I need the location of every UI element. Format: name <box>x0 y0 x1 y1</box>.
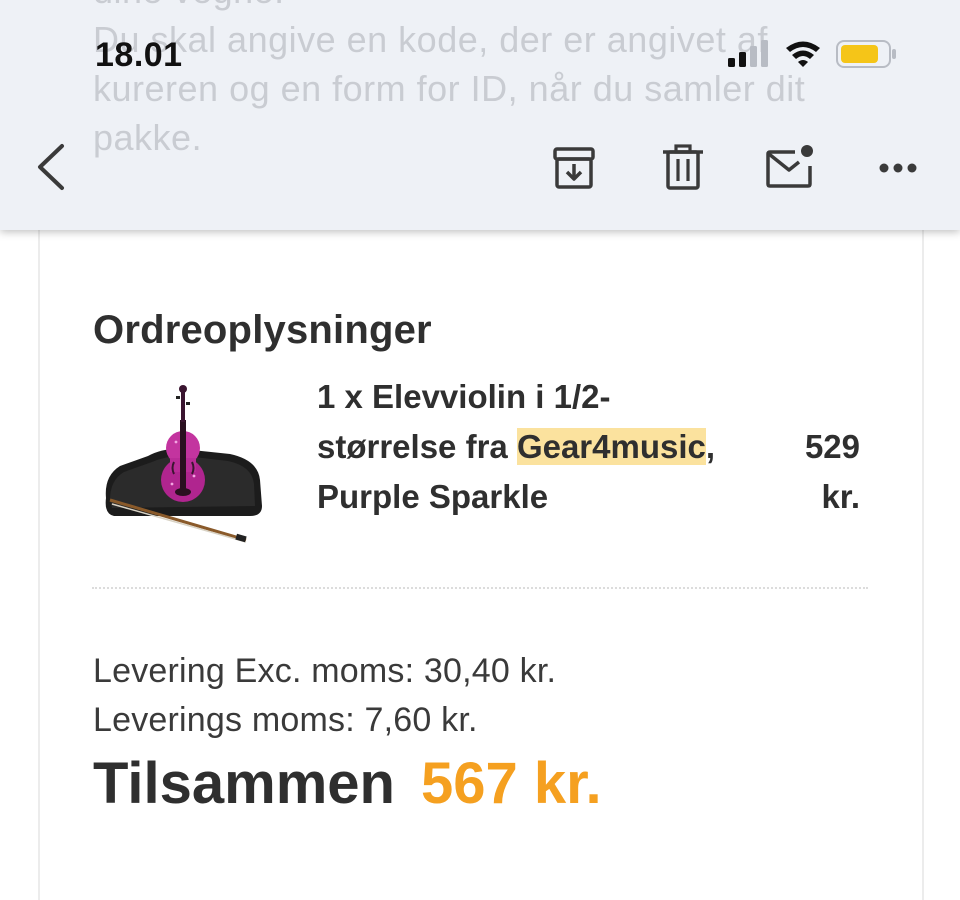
shipping-vat: Leverings moms: 7,60 kr. <box>93 701 478 739</box>
battery-icon <box>836 40 896 68</box>
archive-button[interactable] <box>552 145 596 196</box>
shipping-ex-vat: Levering Exc. moms: 30,40 kr. <box>93 652 557 690</box>
product-name[interactable]: 1 x Elevviolin i 1/2-størrelse fra Gear4… <box>317 372 737 522</box>
total-amount: 567 kr. <box>420 751 602 816</box>
status-time: 18.01 <box>95 36 183 74</box>
mail-unread-icon <box>766 145 813 188</box>
background-scrolled-text: dine vegne. Du skal angive en kode, der … <box>93 0 893 162</box>
product-price-amount: 529 <box>804 428 860 465</box>
top-toolbar: dine vegne. Du skal angive en kode, der … <box>0 0 960 230</box>
total-label: Tilsammen <box>93 751 395 816</box>
highlighted-brand: Gear4music <box>516 428 706 465</box>
more-horizontal-icon <box>879 163 917 173</box>
divider <box>92 587 868 589</box>
archive-icon <box>553 147 595 189</box>
mark-unread-button[interactable] <box>765 144 815 195</box>
product-price-currency: kr. <box>821 478 860 515</box>
cellular-signal-icon <box>728 40 768 67</box>
product-price: 529 kr. <box>740 422 860 522</box>
trash-icon <box>663 144 703 190</box>
wifi-icon <box>786 41 820 67</box>
order-total: Tilsammen 567 kr. <box>93 750 602 817</box>
status-icons <box>726 36 901 72</box>
delete-button[interactable] <box>661 144 705 197</box>
product-image[interactable] <box>100 380 265 550</box>
order-details-heading: Ordreoplysninger <box>93 308 432 352</box>
more-button[interactable] <box>878 160 918 181</box>
background-text-line: dine vegne. <box>93 0 893 15</box>
back-button[interactable] <box>34 142 68 197</box>
chevron-left-icon <box>38 144 64 190</box>
